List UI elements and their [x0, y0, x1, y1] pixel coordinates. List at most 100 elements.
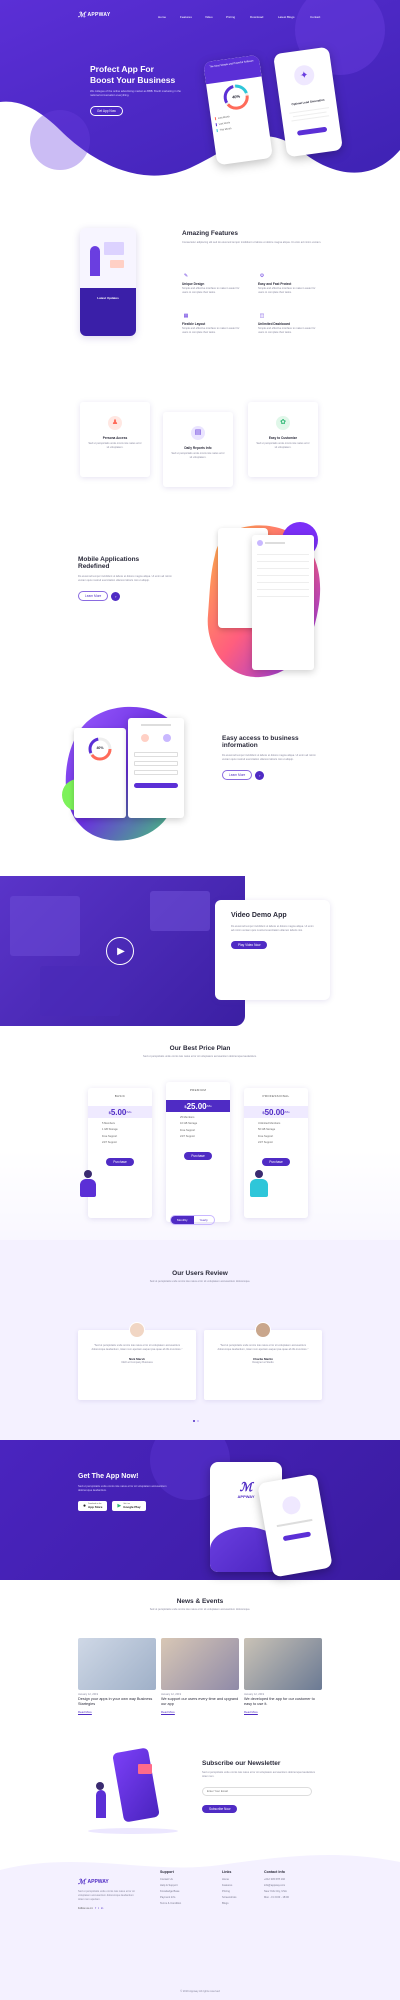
- plan-feature: 25 Members: [180, 1115, 195, 1119]
- footer-link[interactable]: Help & Support: [160, 1884, 181, 1887]
- pricing-desc: Sed ut perspiciatis unde omnis iste natu…: [143, 1055, 257, 1058]
- easy-access-learn-more[interactable]: Learn More: [222, 770, 253, 780]
- footer-contact-item[interactable]: info@appway.com: [264, 1884, 289, 1887]
- nav-home[interactable]: Home: [158, 15, 166, 19]
- google-play-button[interactable]: ▶ Get it on Google Play: [112, 1501, 146, 1511]
- footer-link[interactable]: Screenshots: [222, 1896, 236, 1899]
- plan-feature: 10 GB Storage: [180, 1122, 198, 1125]
- mini-feature-card: ✿ Easy to Customize Sed ut perspiciatis …: [248, 402, 318, 477]
- brand-name: APPWAY: [87, 12, 111, 18]
- news-read-more[interactable]: Read More: [244, 1710, 322, 1714]
- plan-price: 5.00: [110, 1107, 127, 1117]
- carousel-dot[interactable]: [197, 1420, 199, 1422]
- footer-link[interactable]: Contact Us: [160, 1878, 181, 1881]
- purchase-button[interactable]: Purchase: [184, 1151, 212, 1161]
- avatar: [255, 1322, 271, 1338]
- person-illustration: [78, 1170, 98, 1200]
- plan-feature: 24/7 Support: [180, 1135, 195, 1138]
- subscribe-button[interactable]: Subscribe Now: [202, 1804, 238, 1814]
- arrow-right-icon[interactable]: ›: [255, 770, 265, 780]
- news-desc: Sed ut perspiciatis unde omnis iste natu…: [149, 1608, 251, 1611]
- get-app-title: Get The App Now!: [78, 1473, 139, 1480]
- design-icon: ✎: [183, 273, 189, 279]
- nav-latest-blogs[interactable]: Latest Blogs: [278, 15, 295, 19]
- mobile-apps-learn-more[interactable]: Learn More: [78, 591, 109, 601]
- easy-access-title-line2: information: [222, 742, 258, 749]
- mini-feature-desc: Sed ut perspiciatis unde omnis iste natu…: [88, 442, 142, 449]
- brand-logo[interactable]: ℳ APPWAY: [78, 11, 111, 19]
- layout-icon: ▦: [183, 313, 189, 319]
- person-illustration: [90, 246, 100, 276]
- news-read-more[interactable]: Read More: [78, 1710, 156, 1714]
- footer-link[interactable]: Terms & Condition: [160, 1902, 181, 1905]
- footer-contact: Contact Info +012 345 678 102 info@appwa…: [264, 1870, 289, 1902]
- arrow-right-icon[interactable]: ›: [111, 591, 121, 601]
- video-desc: Do eiusmod tempor incididunt ut labore e…: [231, 925, 314, 932]
- linkedin-icon[interactable]: in: [101, 1906, 103, 1910]
- footer-link[interactable]: Payment Info: [160, 1896, 181, 1899]
- news-item-title[interactable]: We support our users every time and upgr…: [161, 1697, 239, 1707]
- plan-unit: /Mo: [126, 1110, 132, 1114]
- apple-icon: ●: [83, 1503, 87, 1509]
- newsletter-email-input[interactable]: [202, 1786, 312, 1796]
- avatar: [141, 733, 149, 742]
- easy-access-form-panel: [128, 718, 184, 818]
- footer-links: Links Home Features Pricing Screenshots …: [222, 1870, 236, 1908]
- protect-icon: ⚙: [259, 273, 265, 279]
- avatar: [257, 540, 263, 546]
- footer-logo[interactable]: ℳ APPWAY: [78, 1878, 136, 1886]
- purchase-button[interactable]: Purchase: [262, 1157, 290, 1167]
- footer-link[interactable]: Knowledge Base: [160, 1890, 181, 1893]
- avatar: [129, 1322, 145, 1338]
- plan-feature: Free Support: [102, 1134, 118, 1138]
- plan-price: 25.00: [186, 1101, 207, 1111]
- plan-price-row: $50.00/Mo: [244, 1106, 308, 1118]
- news-image[interactable]: [78, 1638, 156, 1690]
- plan-unit: /Mo: [284, 1110, 290, 1114]
- plan-unit: /Mo: [206, 1104, 212, 1108]
- purchase-button[interactable]: Purchase: [106, 1157, 134, 1167]
- toggle-yearly[interactable]: Yearly: [194, 1216, 214, 1224]
- features-intro: Consectetur adipiscing elit sed do eiusm…: [182, 241, 322, 244]
- nav-features[interactable]: Features: [180, 15, 192, 19]
- video-info-card: Video Demo App Do eiusmod tempor incidid…: [215, 900, 330, 1000]
- reviewer-role: CEO at Company Business: [121, 1361, 153, 1364]
- footer-link[interactable]: Home: [222, 1878, 236, 1881]
- news-read-more[interactable]: Read More: [161, 1710, 239, 1714]
- google-play-label: Google Play: [123, 1505, 141, 1509]
- hero-cta-button[interactable]: Get App Now: [90, 106, 123, 116]
- news-item-title[interactable]: We developed the app for our customer to…: [244, 1697, 322, 1707]
- nav-download[interactable]: Download: [250, 15, 263, 19]
- feature-desc: Simple and effective interface to make i…: [258, 287, 316, 294]
- avatar: [163, 733, 171, 742]
- reviewer-role: Designer at Studio: [252, 1361, 274, 1364]
- facebook-icon[interactable]: f: [95, 1906, 96, 1910]
- features-title: Amazing Features: [182, 230, 238, 237]
- mini-feature-desc: Sed ut perspiciatis unde omnis iste natu…: [256, 442, 310, 449]
- person-illustration: [248, 1170, 270, 1200]
- feature-desc: Simple and effective interface to make i…: [258, 327, 316, 334]
- toggle-monthly[interactable]: Monthly: [171, 1216, 194, 1224]
- news-image[interactable]: [161, 1638, 239, 1690]
- play-video-button[interactable]: ▶: [106, 937, 134, 965]
- news-item-title[interactable]: Design your apps in your own way Busines…: [78, 1697, 156, 1707]
- video-cta-button[interactable]: Play Video Now: [231, 941, 268, 950]
- play-store-icon: ▶: [117, 1503, 122, 1509]
- app-store-button[interactable]: ● Download on the App Store: [78, 1501, 108, 1511]
- feature-title: Flexible Layout: [182, 322, 206, 326]
- hero-description: We collegue of the online advertising ma…: [90, 90, 181, 97]
- nav-contact[interactable]: Contact: [310, 15, 320, 19]
- app-store-label: App Store: [88, 1505, 103, 1509]
- news-image[interactable]: [244, 1638, 322, 1690]
- nav-video[interactable]: Video: [205, 15, 213, 19]
- bulb-icon: ✦: [292, 63, 316, 87]
- twitter-icon[interactable]: t: [98, 1906, 99, 1910]
- footer-link[interactable]: Features: [222, 1884, 236, 1887]
- features-phone-caption: Latest Updates: [97, 296, 119, 300]
- footer-link[interactable]: Pricing: [222, 1890, 236, 1893]
- nav-pricing[interactable]: Pricing: [226, 15, 235, 19]
- carousel-dot[interactable]: [193, 1420, 195, 1422]
- easy-access-desc: Do eiusmod tempor incididunt ut labore e…: [222, 754, 316, 761]
- hero-title-line1: Profect App For: [90, 64, 154, 74]
- footer-link[interactable]: Blogs: [222, 1902, 236, 1905]
